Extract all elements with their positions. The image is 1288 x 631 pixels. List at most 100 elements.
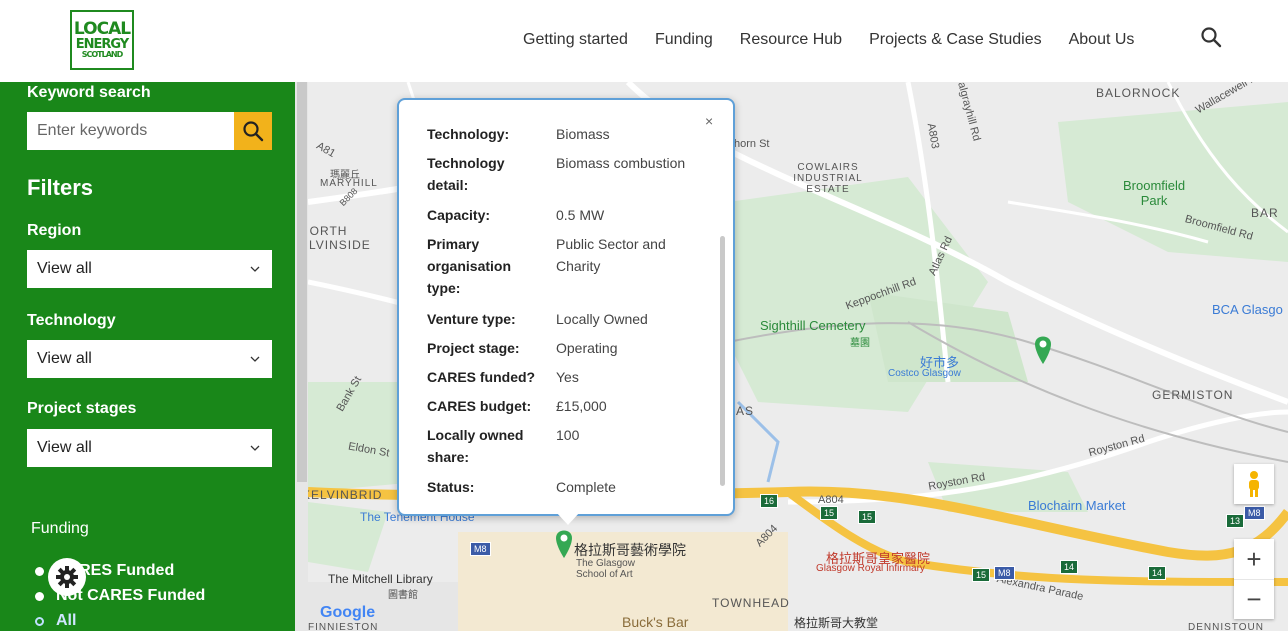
road-badge: 15 <box>972 568 991 582</box>
chevron-down-icon <box>250 445 260 451</box>
project-stages-select[interactable]: View all <box>27 429 272 467</box>
popup-value: Public Sector and Charity <box>556 236 666 274</box>
popup-value: Yes <box>556 369 579 385</box>
map-label-bucks-bar: Buck's Bar <box>622 614 689 630</box>
map-label-kelvinbridge: KELVINBRID <box>308 488 383 502</box>
funding-option-label: All <box>56 612 77 629</box>
map-label-townhead: TOWNHEAD <box>712 596 790 610</box>
main-nav: Getting started Funding Resource Hub Pro… <box>523 31 1161 49</box>
radio-dot <box>35 566 44 576</box>
road-badge: 14 <box>1060 560 1079 574</box>
street-view-button[interactable] <box>1234 464 1274 504</box>
popup-key: CARES funded? <box>427 369 536 385</box>
road-badge: 13 <box>1226 514 1245 528</box>
popup-value: 0.5 MW <box>556 207 605 223</box>
funding-option-all[interactable]: All <box>35 612 76 630</box>
popup-close-button[interactable]: × <box>705 113 713 129</box>
logo-line-1: LOCAL <box>73 19 131 39</box>
map-label-dennistoun: DENNISTOUN <box>1188 622 1264 631</box>
nav-about-us[interactable]: About Us <box>1069 31 1135 49</box>
region-select[interactable]: View all <box>27 250 272 288</box>
popup-key: Capacity: <box>427 207 491 223</box>
map-label-blochairn: Blochairn Market <box>1028 498 1126 513</box>
nav-funding[interactable]: Funding <box>655 31 713 49</box>
technology-label: Technology <box>27 312 116 329</box>
nav-getting-started[interactable]: Getting started <box>523 31 628 49</box>
keyword-input[interactable]: Enter keywords <box>27 112 234 150</box>
google-logo: Google <box>320 604 376 621</box>
pegman-icon <box>1249 471 1259 497</box>
logo-line-3: SCOTLAND <box>81 50 124 59</box>
map-label-sighthill: Sighthill Cemetery <box>760 318 866 333</box>
popup-scrollbar[interactable] <box>720 236 725 486</box>
radio-dot-selected <box>35 616 44 626</box>
site-header: LOCAL ENERGY SCOTLAND Getting started Fu… <box>0 0 1288 82</box>
map-label-as: AS <box>736 404 755 418</box>
map-label-maryhill: MARYHILL <box>320 178 378 189</box>
popup-value: Complete <box>556 479 616 495</box>
road-badge: M8 <box>994 566 1015 580</box>
region-select-value: View all <box>37 260 92 277</box>
road-badge: M8 <box>1244 506 1265 520</box>
funding-label: Funding <box>31 520 89 537</box>
zoom-out-button[interactable]: − <box>1234 579 1274 619</box>
zoom-in-button[interactable]: + <box>1234 539 1274 579</box>
map-label-cowlairs: COWLAIRS INDUSTRIAL ESTATE <box>793 162 863 195</box>
zoom-controls: + − <box>1234 539 1274 619</box>
site-logo[interactable]: LOCAL ENERGY SCOTLAND <box>70 10 134 70</box>
road-badge: 14 <box>1148 566 1167 580</box>
radio-dot <box>35 591 44 601</box>
project-stages-label: Project stages <box>27 400 137 417</box>
popup-key: Project stage: <box>427 340 520 356</box>
map-label-a804-1: A804 <box>818 494 844 506</box>
map-label-finnieston: FINNIESTON <box>308 622 379 631</box>
popup-key: Technology detail: <box>427 155 505 193</box>
popup-key: Primary organisation type: <box>427 236 512 296</box>
popup-key: Locally owned share: <box>427 427 524 465</box>
nav-resource-hub[interactable]: Resource Hub <box>740 31 842 49</box>
popup-value: £15,000 <box>556 398 607 414</box>
map-label-mitchell: The Mitchell Library <box>328 572 433 586</box>
map-label-gri: Glasgow Royal Infirmary <box>816 563 925 574</box>
map-label-horn-st: horn St <box>734 138 770 150</box>
popup-tail <box>556 512 580 525</box>
chevron-down-icon <box>250 266 260 272</box>
scrollbar-thumb[interactable] <box>297 82 307 482</box>
technology-select[interactable]: View all <box>27 340 272 378</box>
search-icon <box>243 121 264 142</box>
map-label-north-kelvinside: NORTH ELVINSIDE <box>308 224 371 252</box>
popup-key: Status: <box>427 479 475 495</box>
gear-icon <box>56 566 78 588</box>
filters-heading: Filters <box>27 175 94 200</box>
technology-select-value: View all <box>37 350 92 367</box>
project-stages-select-value: View all <box>37 439 92 456</box>
keyword-search-label: Keyword search <box>27 84 151 101</box>
map-label-germiston: GERMISTON <box>1152 388 1234 402</box>
road-badge: 15 <box>858 510 877 524</box>
map-label-bar: BAR <box>1251 206 1279 220</box>
map-label-gsa-cn: 格拉斯哥藝術學院 <box>574 542 686 558</box>
popup-value: 100 <box>556 427 580 443</box>
nav-projects[interactable]: Projects & Case Studies <box>869 31 1042 49</box>
popup-value: Biomass combustion <box>556 155 686 171</box>
popup-key: Technology: <box>427 126 510 142</box>
map-label-gsa: The Glasgow School of Art <box>576 558 635 580</box>
map-label-costco: Costco Glasgow <box>888 368 961 379</box>
popup-key: Venture type: <box>427 311 516 327</box>
search-icon[interactable] <box>1200 26 1222 48</box>
map-label-sighthill-cn: 墓園 <box>850 338 870 349</box>
map-label-mitchell-cn: 圖書館 <box>388 590 418 601</box>
sidebar-scrollbar[interactable] <box>295 82 308 631</box>
region-label: Region <box>27 222 82 239</box>
map-label-bca: BCA Glasgo <box>1212 302 1283 317</box>
popup-key: CARES budget: <box>427 398 532 414</box>
map-label-broomfield-park: Broomfield Park <box>1123 178 1186 208</box>
keyword-search-button[interactable] <box>234 112 272 150</box>
popup-value: Biomass <box>556 126 610 142</box>
road-badge: M8 <box>470 542 491 556</box>
settings-button[interactable] <box>48 558 86 596</box>
popup-value: Operating <box>556 340 618 356</box>
popup-value: Locally Owned <box>556 311 648 327</box>
map-label-balornock: BALORNOCK <box>1096 86 1181 100</box>
road-badge: 16 <box>760 494 779 508</box>
